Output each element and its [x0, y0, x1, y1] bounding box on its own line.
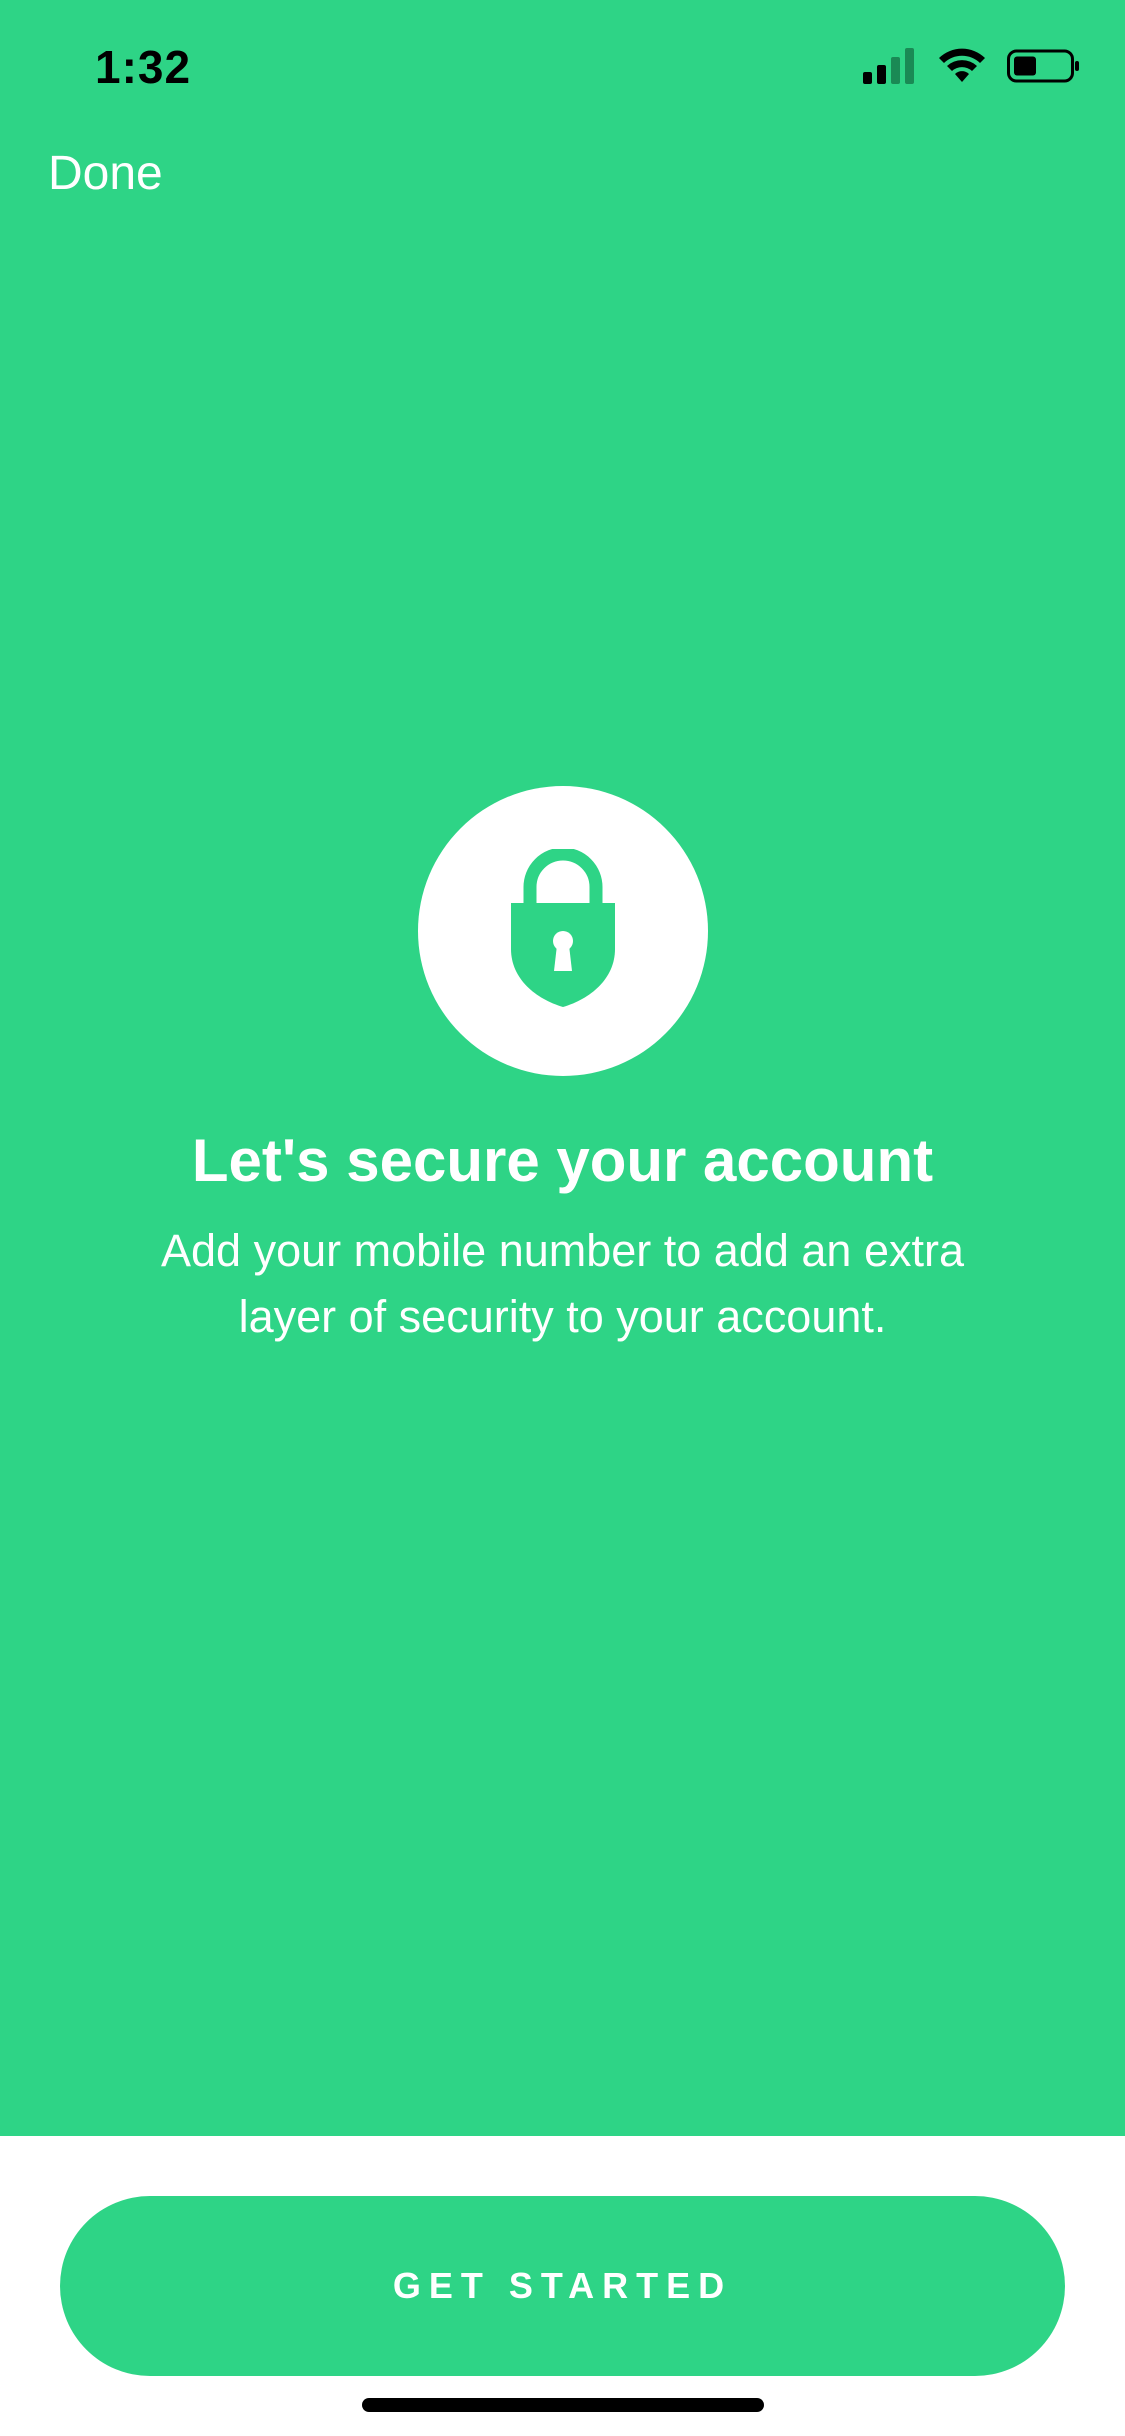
page-title: Let's secure your account	[191, 1127, 934, 1194]
page-subtitle: Add your mobile number to add an extra l…	[161, 1225, 964, 1342]
get-started-button[interactable]: GET STARTED	[60, 2196, 1065, 2376]
status-time: 1:32	[95, 41, 192, 93]
wifi-icon	[939, 48, 985, 89]
battery-icon	[1007, 48, 1081, 89]
lock-badge	[418, 786, 708, 1076]
get-started-label: GET STARTED	[392, 2265, 733, 2306]
status-icons	[863, 47, 1081, 89]
lock-shield-icon	[508, 847, 618, 1014]
done-button[interactable]: Done	[48, 146, 163, 201]
home-indicator	[362, 2398, 764, 2412]
security-onboarding-screen: 1:32 Done Let's secure your account Add …	[0, 0, 1125, 2436]
cellular-signal-icon	[863, 47, 917, 89]
